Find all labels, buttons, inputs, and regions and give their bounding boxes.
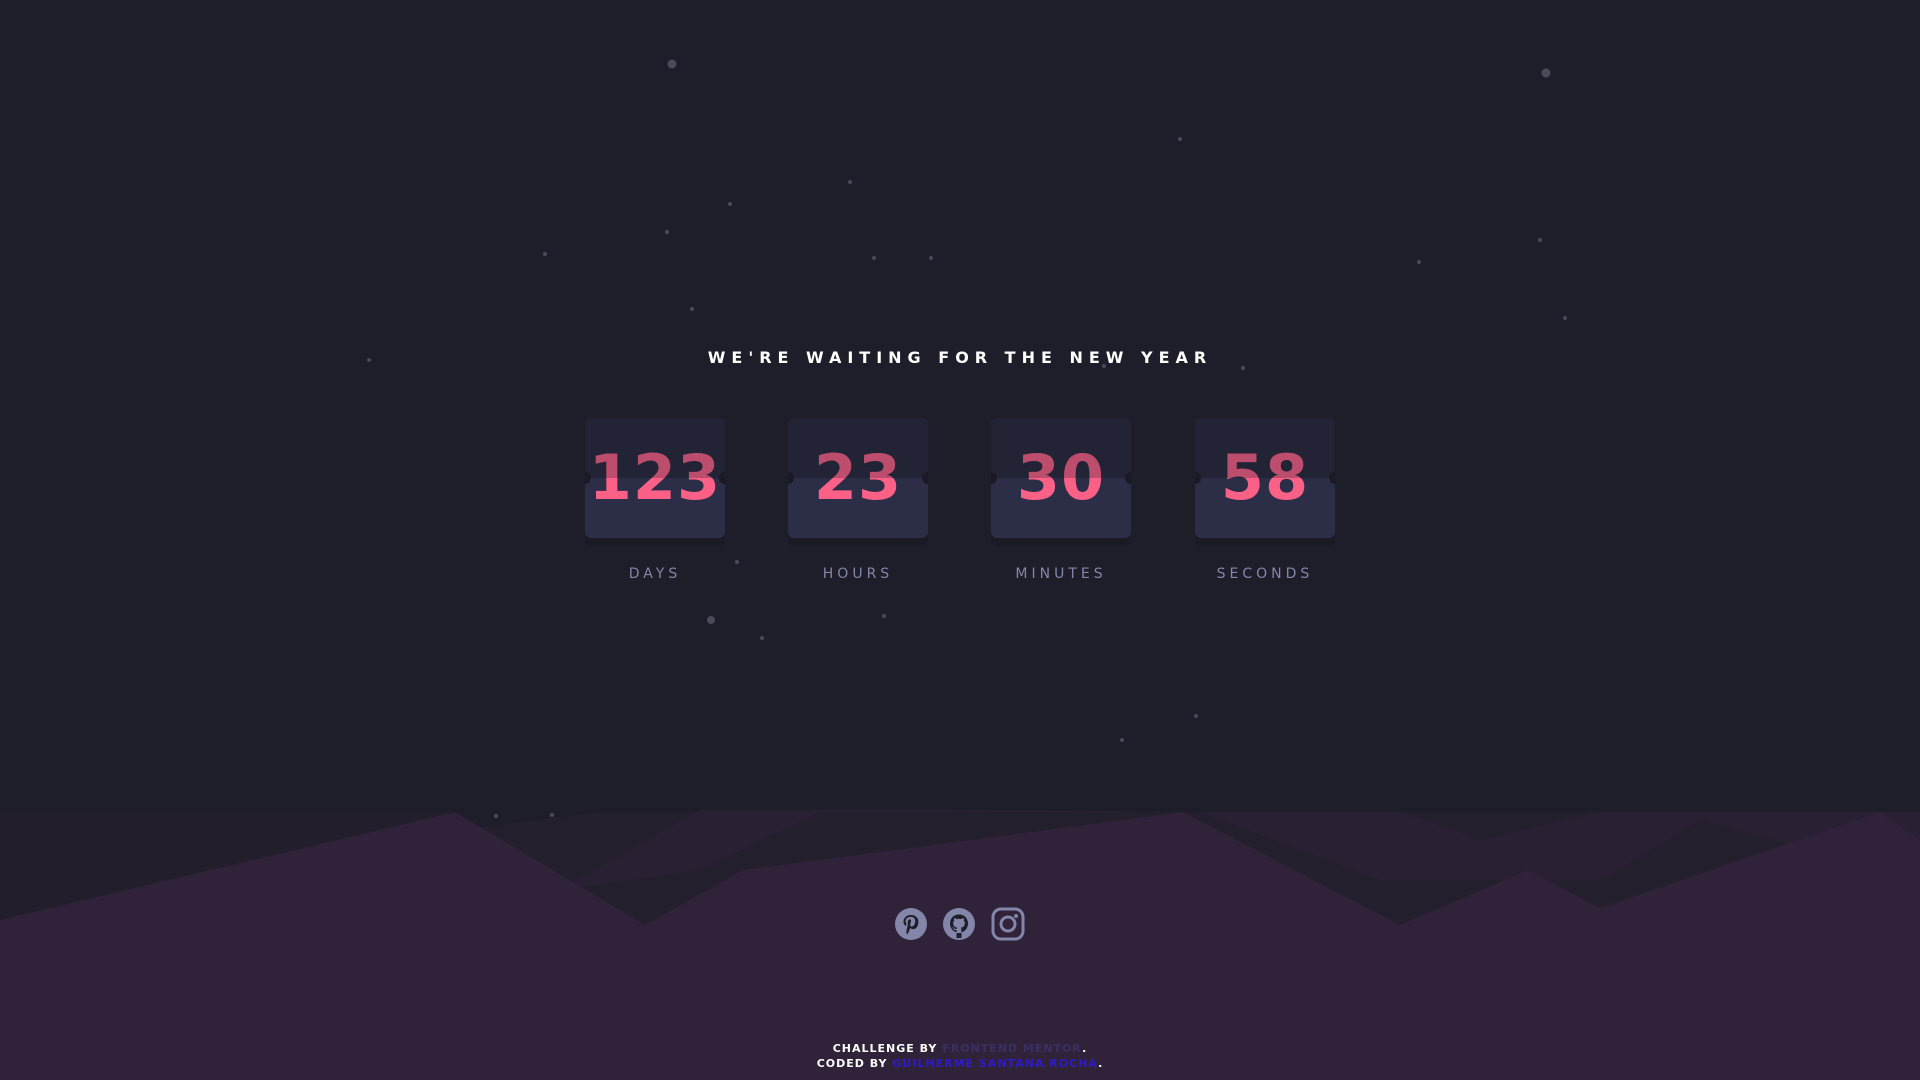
card-fold-shade <box>788 418 928 478</box>
card-notch-right <box>719 472 725 484</box>
seconds-label: SECONDS <box>1216 566 1314 582</box>
flip-card-seconds: 58 <box>1195 418 1335 538</box>
attribution: CHALLENGE BY FRONTEND MENTOR. CODED BY G… <box>0 1041 1920 1071</box>
page-title: WE'RE WAITING FOR THE NEW YEAR <box>707 348 1213 367</box>
author-link[interactable]: GUILHERME SANTANA ROCHA <box>892 1057 1098 1070</box>
card-fold-shade <box>991 418 1131 478</box>
hours-label: HOURS <box>822 566 894 582</box>
github-icon <box>943 908 975 940</box>
card-fold-shade <box>585 418 725 478</box>
coded-prefix: CODED BY <box>816 1057 893 1070</box>
pinterest-icon <box>895 908 927 940</box>
flip-card-days: 123 <box>585 418 725 538</box>
minutes-label: MINUTES <box>1015 566 1107 582</box>
github-link[interactable] <box>941 906 977 942</box>
card-notch-right <box>1125 472 1131 484</box>
frontend-mentor-link[interactable]: FRONTEND MENTOR <box>942 1042 1082 1055</box>
countdown-days: 123 DAYS <box>585 418 725 582</box>
challenge-credit: CHALLENGE BY FRONTEND MENTOR. <box>0 1041 1920 1056</box>
coded-suffix: . <box>1098 1057 1104 1070</box>
flip-card-minutes: 30 <box>991 418 1131 538</box>
social-links <box>893 906 1027 942</box>
challenge-suffix: . <box>1082 1042 1088 1055</box>
countdown-hours: 23 HOURS <box>788 418 928 582</box>
countdown-seconds: 58 SECONDS <box>1195 418 1335 582</box>
flip-card-hours: 23 <box>788 418 928 538</box>
author-credit: CODED BY GUILHERME SANTANA ROCHA. <box>0 1056 1920 1071</box>
card-notch-right <box>1329 472 1335 484</box>
card-fold-shade <box>1195 418 1335 478</box>
instagram-icon <box>991 907 1025 941</box>
pinterest-link[interactable] <box>893 906 929 942</box>
challenge-prefix: CHALLENGE BY <box>832 1042 943 1055</box>
days-label: DAYS <box>628 566 682 582</box>
instagram-link[interactable] <box>990 906 1026 942</box>
countdown-minutes: 30 MINUTES <box>991 418 1131 582</box>
card-notch-right <box>922 472 928 484</box>
countdown-timer: 123 DAYS 23 HOURS 30 MINUTES 58 SECONDS <box>585 418 1335 588</box>
